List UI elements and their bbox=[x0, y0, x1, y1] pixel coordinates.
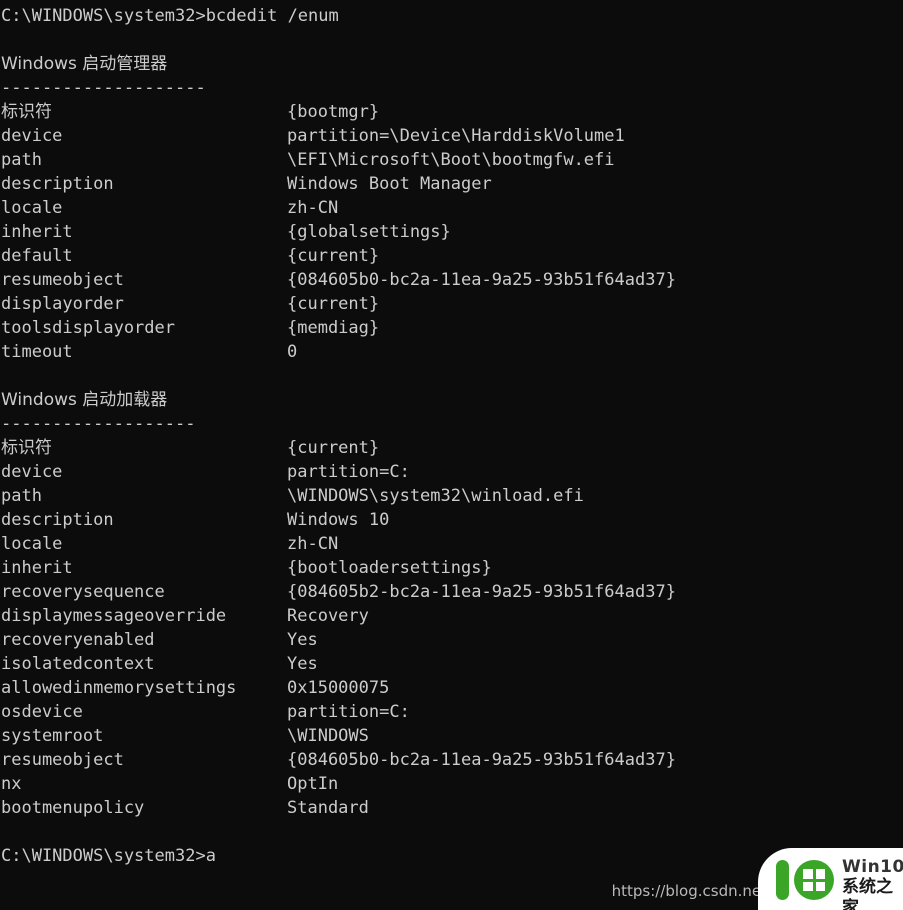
row-key: 标识符 bbox=[1, 438, 52, 458]
row-value: {084605b0-bc2a-11ea-9a25-93b51f64ad37} bbox=[287, 750, 676, 770]
table-row: inherit {globalsettings} bbox=[0, 220, 903, 244]
table-row: description Windows Boot Manager bbox=[0, 172, 903, 196]
row-value: {current} bbox=[287, 294, 380, 314]
table-row: inherit {bootloadersettings} bbox=[0, 556, 903, 580]
row-value: zh-CN bbox=[287, 198, 339, 218]
row-key: osdevice bbox=[1, 702, 83, 722]
row-value: {084605b0-bc2a-11ea-9a25-93b51f64ad37} bbox=[287, 270, 676, 290]
row-value: Standard bbox=[287, 798, 369, 818]
row-value: \EFI\Microsoft\Boot\bootmgfw.efi bbox=[287, 150, 615, 170]
table-row: resumeobject {084605b0-bc2a-11ea-9a25-93… bbox=[0, 748, 903, 772]
row-key: systemroot bbox=[1, 726, 104, 746]
row-value: Recovery bbox=[287, 606, 369, 626]
table-row: osdevice partition=C: bbox=[0, 700, 903, 724]
boot-manager-separator: -------------------- bbox=[1, 78, 206, 98]
row-key: description bbox=[1, 174, 114, 194]
row-key: timeout bbox=[1, 342, 73, 362]
row-key: locale bbox=[1, 198, 63, 218]
row-value: partition=C: bbox=[287, 462, 410, 482]
table-row: recoverysequence {084605b2-bc2a-11ea-9a2… bbox=[0, 580, 903, 604]
table-row: nx OptIn bbox=[0, 772, 903, 796]
row-key: locale bbox=[1, 534, 63, 554]
row-key: default bbox=[1, 246, 73, 266]
row-key: isolatedcontext bbox=[1, 654, 155, 674]
table-row: description Windows 10 bbox=[0, 508, 903, 532]
row-value: partition=\Device\HarddiskVolume1 bbox=[287, 126, 625, 146]
row-key: bootmenupolicy bbox=[1, 798, 145, 818]
boot-loader-heading: Windows 启动加载器 bbox=[1, 390, 168, 410]
table-row: isolatedcontext Yes bbox=[0, 652, 903, 676]
watermark-url: https://blog.csdn.net bbox=[611, 882, 767, 900]
windows-flag-icon bbox=[803, 869, 825, 891]
row-value: {bootmgr} bbox=[287, 102, 380, 122]
row-value: {bootloadersettings} bbox=[287, 558, 492, 578]
table-row: default {current} bbox=[0, 244, 903, 268]
row-value: partition=C: bbox=[287, 702, 410, 722]
row-value: \WINDOWS\system32\winload.efi bbox=[287, 486, 584, 506]
win10-logo-icon bbox=[774, 859, 836, 901]
table-row: device partition=C: bbox=[0, 460, 903, 484]
table-row: 标识符 {current} bbox=[0, 436, 903, 460]
row-value: Windows Boot Manager bbox=[287, 174, 492, 194]
table-row: displaymessageoverride Recovery bbox=[0, 604, 903, 628]
row-key: allowedinmemorysettings bbox=[1, 678, 237, 698]
row-value: 0x15000075 bbox=[287, 678, 390, 698]
row-key: displaymessageoverride bbox=[1, 606, 227, 626]
table-row: device partition=\Device\HarddiskVolume1 bbox=[0, 124, 903, 148]
table-row: locale zh-CN bbox=[0, 196, 903, 220]
prompt-command-line: C:\WINDOWS\system32>bcdedit /enum bbox=[1, 6, 339, 26]
row-value: \WINDOWS bbox=[287, 726, 369, 746]
row-key: path bbox=[1, 150, 42, 170]
row-value: Yes bbox=[287, 654, 318, 674]
row-value: {084605b2-bc2a-11ea-9a25-93b51f64ad37} bbox=[287, 582, 676, 602]
row-key: inherit bbox=[1, 222, 73, 242]
row-key: path bbox=[1, 486, 42, 506]
table-row: recoveryenabled Yes bbox=[0, 628, 903, 652]
row-key: description bbox=[1, 510, 114, 530]
table-row: toolsdisplayorder {memdiag} bbox=[0, 316, 903, 340]
row-value: OptIn bbox=[287, 774, 339, 794]
boot-manager-heading: Windows 启动管理器 bbox=[1, 54, 168, 74]
row-key: recoverysequence bbox=[1, 582, 165, 602]
table-row: path \EFI\Microsoft\Boot\bootmgfw.efi bbox=[0, 148, 903, 172]
table-row: locale zh-CN bbox=[0, 532, 903, 556]
row-value: Yes bbox=[287, 630, 318, 650]
row-key: resumeobject bbox=[1, 750, 124, 770]
row-value: {current} bbox=[287, 246, 380, 266]
table-row: allowedinmemorysettings 0x15000075 bbox=[0, 676, 903, 700]
table-row: timeout 0 bbox=[0, 340, 903, 364]
row-key: nx bbox=[1, 774, 22, 794]
table-row: resumeobject {084605b0-bc2a-11ea-9a25-93… bbox=[0, 268, 903, 292]
logo-digit-one bbox=[776, 860, 789, 900]
row-key: toolsdisplayorder bbox=[1, 318, 175, 338]
table-row: bootmenupolicy Standard bbox=[0, 796, 903, 820]
row-key: recoveryenabled bbox=[1, 630, 155, 650]
row-value: {current} bbox=[287, 438, 380, 458]
boot-loader-separator: ------------------- bbox=[1, 414, 196, 434]
row-key: device bbox=[1, 462, 63, 482]
watermark-brand-line2: 系统之家 bbox=[842, 877, 893, 910]
row-value: {globalsettings} bbox=[287, 222, 451, 242]
row-value: {memdiag} bbox=[287, 318, 380, 338]
command-prompt-window: C:\WINDOWS\system32>bcdedit /enum Window… bbox=[0, 0, 903, 910]
watermark-badge: Win10 系统之家 bbox=[758, 848, 903, 910]
row-key: inherit bbox=[1, 558, 73, 578]
watermark-brand-text: Win10 系统之家 bbox=[842, 857, 903, 910]
watermark-brand-line1: Win10 bbox=[842, 857, 903, 877]
table-row: 标识符 {bootmgr} bbox=[0, 100, 903, 124]
row-key: 标识符 bbox=[1, 102, 52, 122]
row-value: zh-CN bbox=[287, 534, 339, 554]
console-output[interactable]: C:\WINDOWS\system32>bcdedit /enum Window… bbox=[0, 0, 903, 868]
row-key: displayorder bbox=[1, 294, 124, 314]
row-key: device bbox=[1, 126, 63, 146]
table-row: path \WINDOWS\system32\winload.efi bbox=[0, 484, 903, 508]
table-row: systemroot \WINDOWS bbox=[0, 724, 903, 748]
row-value: 0 bbox=[287, 342, 298, 362]
row-key: resumeobject bbox=[1, 270, 124, 290]
row-value: Windows 10 bbox=[287, 510, 390, 530]
table-row: displayorder {current} bbox=[0, 292, 903, 316]
